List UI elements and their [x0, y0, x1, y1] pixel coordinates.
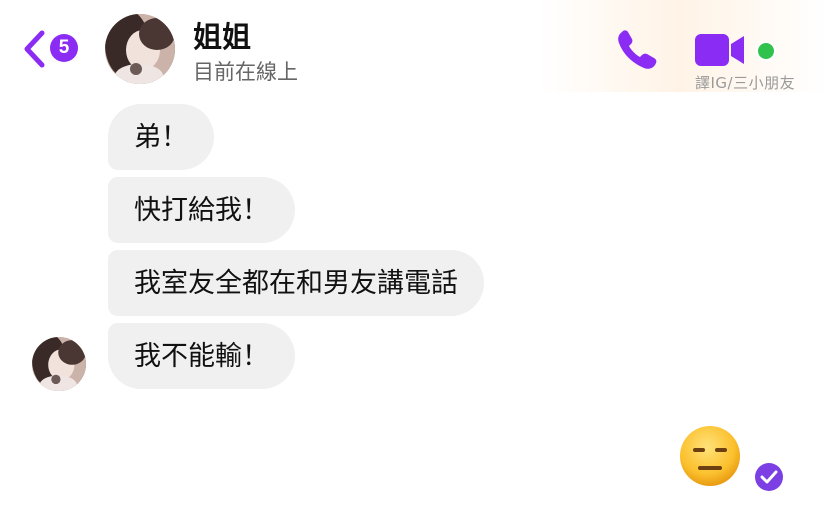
translator-watermark: 譯IG/三小朋友 — [695, 74, 796, 92]
contact-name: 姐姐 — [193, 20, 252, 54]
message-text: 我不能輸！ — [134, 340, 269, 372]
message-bubble[interactable]: 快打給我！ — [108, 177, 295, 243]
sender-avatar[interactable] — [32, 337, 86, 391]
reply-emoji[interactable] — [678, 424, 742, 488]
message-text: 我室友全都在和男友講電話 — [134, 267, 458, 299]
avatar-photo — [105, 14, 175, 84]
online-indicator-icon — [756, 41, 776, 61]
message-text: 快打給我！ — [134, 194, 269, 226]
call-button[interactable] — [614, 28, 660, 72]
seen-check-icon — [755, 463, 783, 491]
video-call-button[interactable] — [694, 32, 746, 68]
chat-header: 5 姐姐 目前在線上 譯IG/三小朋友 — [0, 0, 828, 92]
unread-count-badge: 5 — [50, 34, 78, 62]
avatar-photo — [32, 337, 86, 391]
message-bubble[interactable]: 我室友全都在和男友講電話 — [108, 250, 484, 316]
back-button[interactable]: 5 — [22, 26, 92, 72]
message-bubble[interactable]: 弟！ — [108, 104, 214, 170]
video-camera-icon — [695, 34, 744, 66]
expressionless-face-emoji-icon — [680, 426, 740, 486]
online-status: 目前在線上 — [193, 60, 298, 84]
message-bubble[interactable]: 我不能輸！ — [108, 323, 295, 389]
message-text: 弟！ — [134, 121, 188, 153]
seen-indicator — [754, 462, 784, 492]
phone-icon — [618, 30, 657, 69]
contact-avatar[interactable] — [105, 14, 175, 84]
back-chevron-icon — [24, 30, 45, 68]
